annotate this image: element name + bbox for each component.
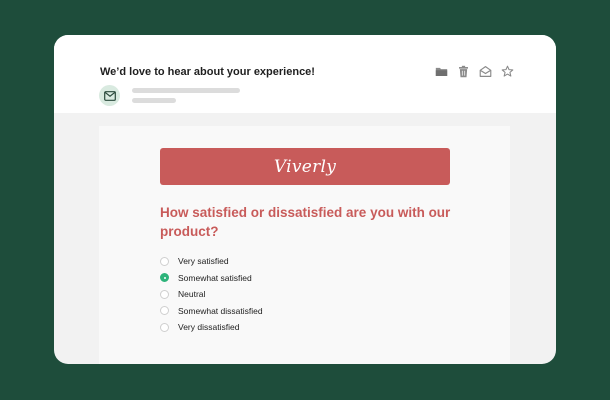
- star-icon[interactable]: [500, 64, 514, 78]
- radio-button[interactable]: [160, 256, 169, 266]
- sender-address-placeholder: [132, 98, 176, 103]
- brand-logo: Viverly: [273, 156, 337, 177]
- email-body: Viverly How satisfied or dissatisfied ar…: [99, 126, 510, 364]
- radio-button-selected[interactable]: [160, 273, 169, 283]
- option-neutral[interactable]: Neutral: [160, 286, 263, 303]
- open-envelope-icon[interactable]: [478, 64, 492, 78]
- email-window: We’d love to hear about your experience!…: [54, 35, 556, 364]
- brand-banner: Viverly: [160, 148, 450, 185]
- email-subject: We’d love to hear about your experience!: [100, 66, 315, 78]
- trash-icon[interactable]: [456, 64, 470, 78]
- email-header: We’d love to hear about your experience!: [54, 35, 556, 113]
- survey-options: Very satisfied Somewhat satisfied Neutra…: [160, 253, 263, 336]
- mail-icon: [103, 90, 116, 101]
- option-label: Very satisfied: [178, 256, 229, 267]
- radio-button[interactable]: [160, 289, 169, 299]
- option-label: Somewhat dissatisfied: [178, 305, 263, 316]
- radio-button[interactable]: [160, 322, 169, 332]
- survey-question: How satisfied or dissatisfied are you wi…: [160, 205, 451, 239]
- option-somewhat-dissatisfied[interactable]: Somewhat dissatisfied: [160, 303, 263, 320]
- folder-icon[interactable]: [434, 64, 448, 78]
- option-very-satisfied[interactable]: Very satisfied: [160, 253, 263, 270]
- option-label: Very dissatisfied: [178, 322, 240, 333]
- radio-button[interactable]: [160, 306, 169, 316]
- sender-name-placeholder: [132, 88, 240, 93]
- option-very-dissatisfied[interactable]: Very dissatisfied: [160, 319, 263, 336]
- email-toolbar: [434, 64, 514, 78]
- option-label: Somewhat satisfied: [178, 272, 252, 283]
- option-label: Neutral: [178, 289, 206, 300]
- option-somewhat-satisfied[interactable]: Somewhat satisfied: [160, 270, 263, 287]
- sender-avatar: [99, 85, 120, 106]
